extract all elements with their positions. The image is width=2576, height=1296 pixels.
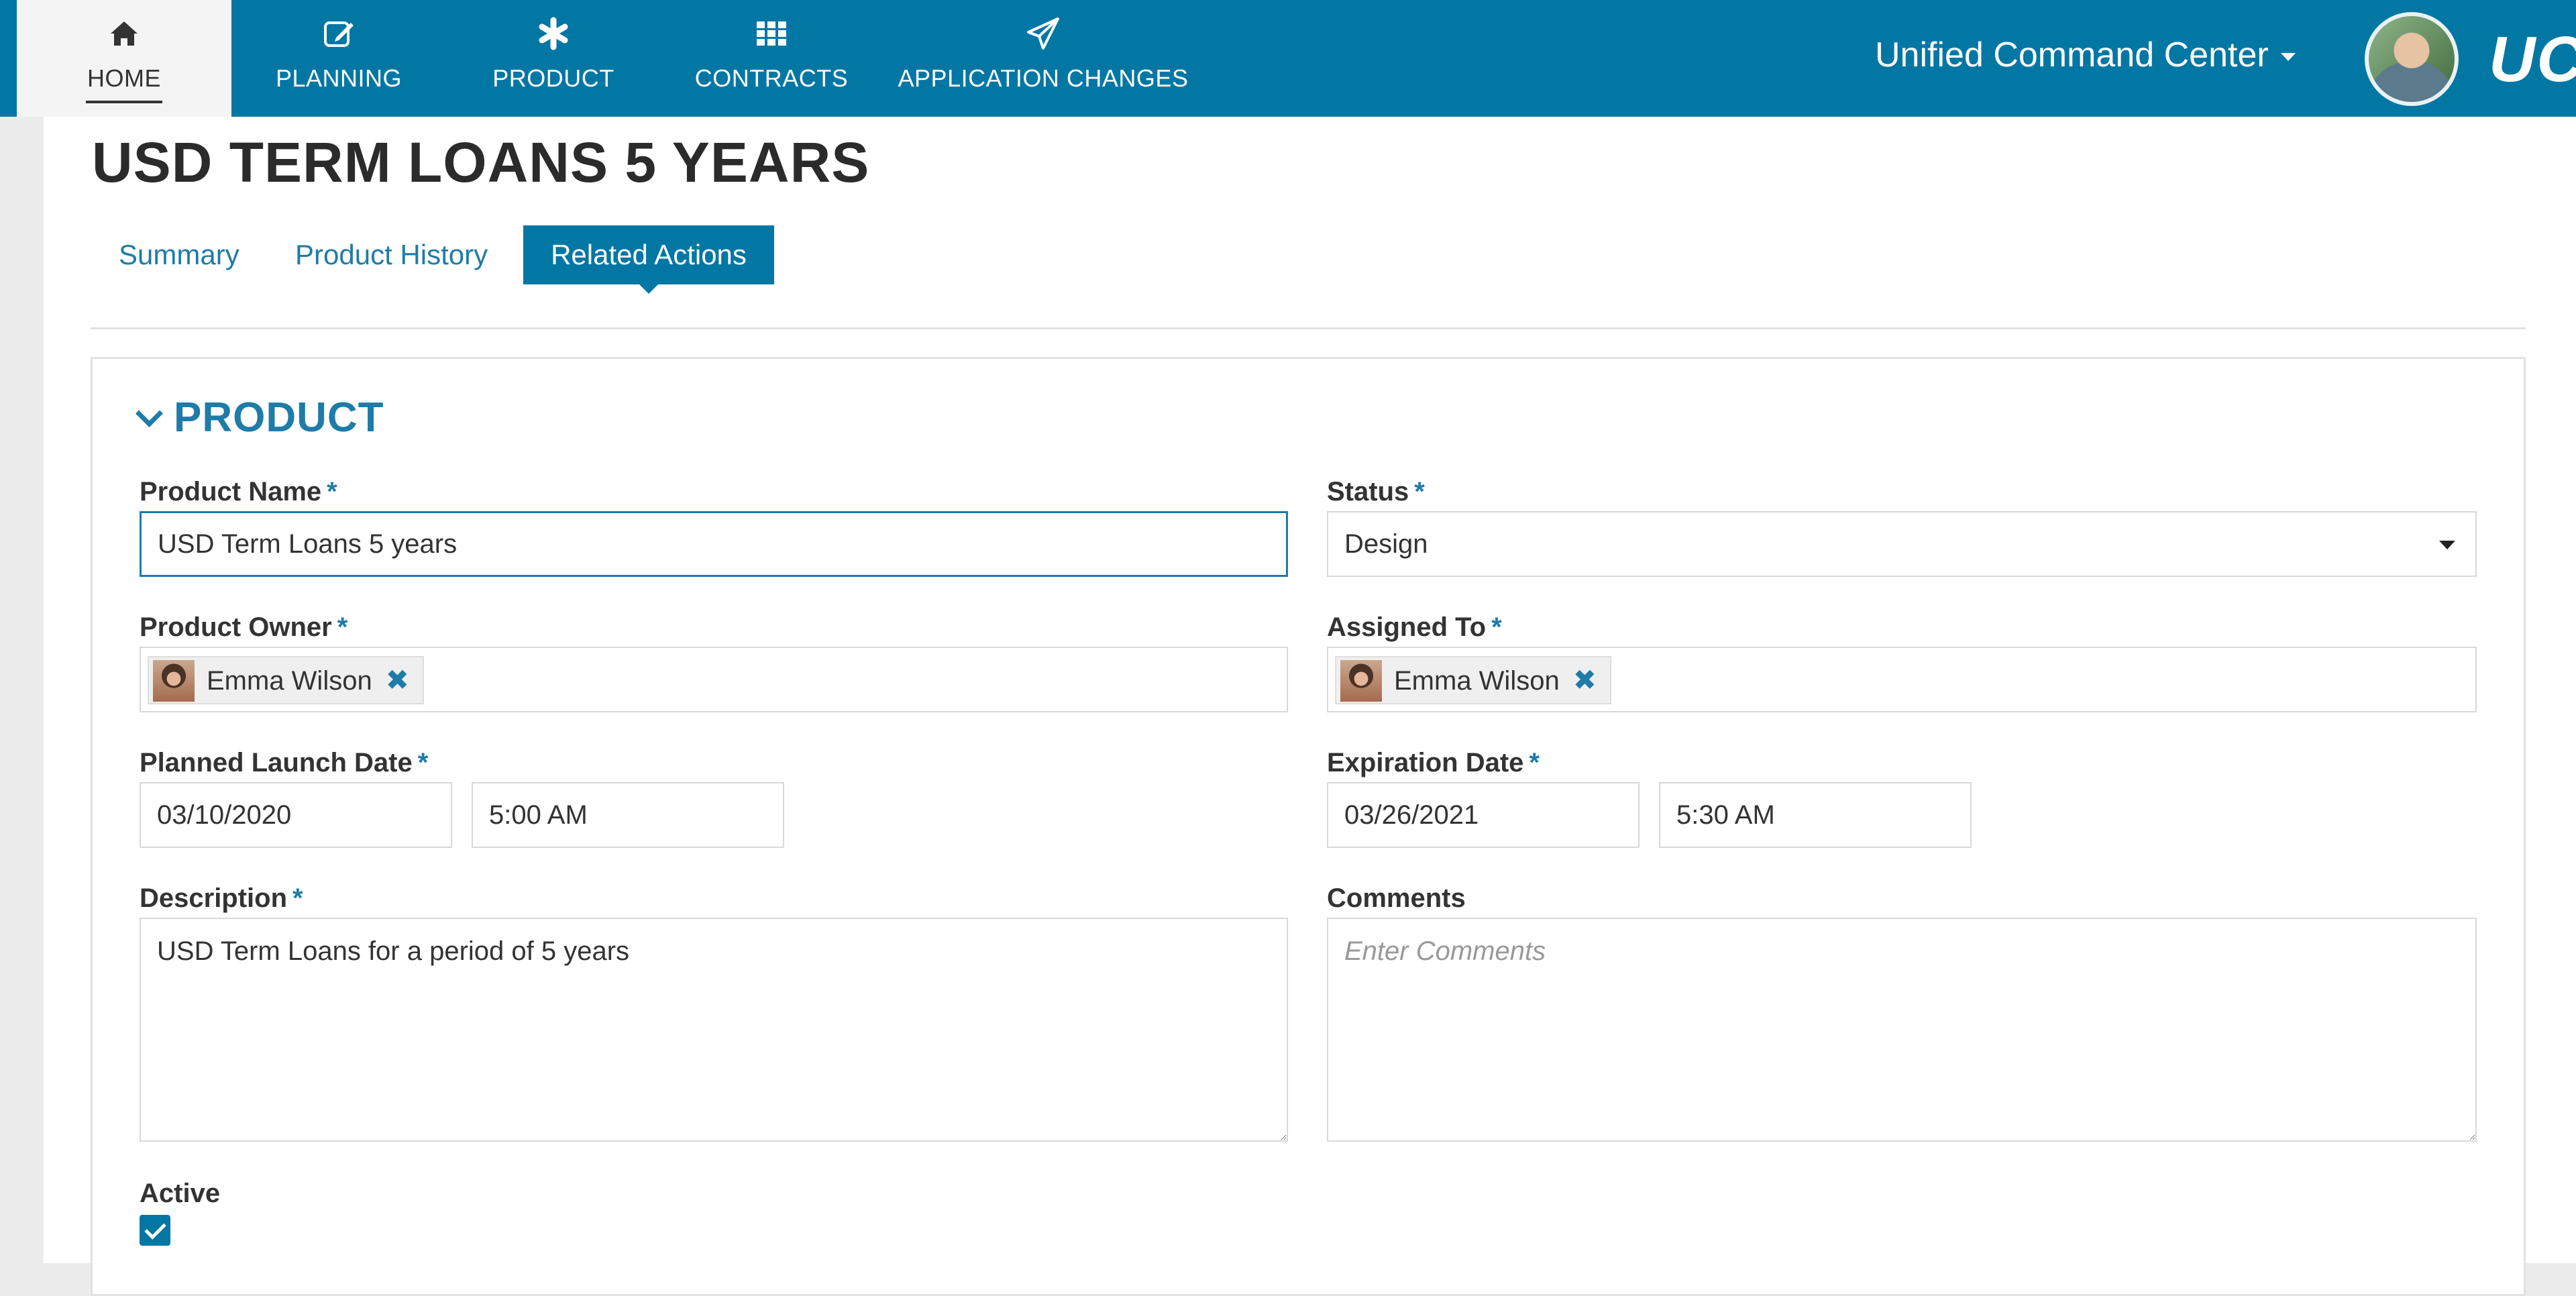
expiration-date-label: Expiration Date * bbox=[1327, 748, 1540, 778]
product-name-label-text: Product Name bbox=[140, 477, 322, 506]
required-marker: * bbox=[337, 612, 348, 642]
nav-product-label: PRODUCT bbox=[492, 64, 614, 92]
required-marker: * bbox=[292, 883, 303, 913]
status-select-value: Design bbox=[1344, 529, 1428, 559]
comments-label: Comments bbox=[1327, 883, 1466, 914]
required-marker: * bbox=[1414, 477, 1425, 506]
description-textarea[interactable]: USD Term Loans for a period of 5 years bbox=[140, 918, 1288, 1142]
description-label-text: Description bbox=[140, 883, 288, 913]
assigned-to-label-text: Assigned To bbox=[1327, 612, 1487, 642]
grid-icon bbox=[757, 21, 786, 46]
command-center-label: Unified Command Center bbox=[1875, 36, 2269, 74]
person-name: Emma Wilson bbox=[207, 666, 372, 696]
planned-launch-date-label: Planned Launch Date * bbox=[140, 748, 428, 778]
person-chip: Emma Wilson ✖ bbox=[148, 656, 424, 704]
expiration-date-label-text: Expiration Date bbox=[1327, 748, 1524, 777]
product-name-input[interactable] bbox=[140, 511, 1288, 577]
required-marker: * bbox=[327, 477, 337, 506]
active-nav-underline bbox=[86, 101, 162, 103]
status-label: Status * bbox=[1327, 477, 1425, 507]
assigned-to-label: Assigned To * bbox=[1327, 612, 1502, 643]
brand-logo: UC bbox=[2489, 23, 2576, 95]
person-chip: Emma Wilson ✖ bbox=[1335, 656, 1611, 704]
expiration-date-input[interactable] bbox=[1327, 782, 1640, 848]
product-owner-label-text: Product Owner bbox=[140, 612, 332, 642]
required-marker: * bbox=[1529, 748, 1540, 777]
comments-label-text: Comments bbox=[1327, 883, 1466, 913]
status-select[interactable]: Design bbox=[1327, 511, 2477, 577]
person-avatar bbox=[1340, 660, 1382, 702]
description-label: Description * bbox=[140, 883, 303, 914]
nav-home[interactable]: HOME bbox=[17, 0, 231, 117]
expiration-time-input[interactable] bbox=[1659, 782, 1972, 848]
home-icon bbox=[111, 21, 138, 46]
section-title: PRODUCT bbox=[174, 394, 384, 441]
nav-contracts[interactable]: CONTRACTS bbox=[691, 0, 852, 117]
planned-launch-date-label-text: Planned Launch Date bbox=[140, 748, 413, 777]
planned-launch-time-input[interactable] bbox=[472, 782, 784, 848]
nav-application-changes[interactable]: APPLICATION CHANGES bbox=[896, 0, 1191, 117]
nav-product[interactable]: PRODUCT bbox=[473, 0, 634, 117]
active-label: Active bbox=[140, 1179, 221, 1208]
active-checkbox[interactable] bbox=[140, 1215, 170, 1246]
tab-related-actions[interactable]: Related Actions bbox=[523, 225, 774, 284]
user-avatar[interactable] bbox=[2365, 12, 2459, 106]
product-section-header[interactable]: PRODUCT bbox=[135, 394, 384, 441]
person-name: Emma Wilson bbox=[1394, 666, 1560, 696]
product-name-label: Product Name * bbox=[140, 477, 337, 507]
required-marker: * bbox=[1491, 612, 1502, 642]
main-content: USD TERM LOANS 5 YEARS Summary Product H… bbox=[44, 117, 2576, 1296]
nav-planning[interactable]: PLANNING bbox=[258, 0, 419, 117]
divider bbox=[91, 327, 2526, 329]
paper-plane-icon bbox=[1027, 17, 1059, 50]
tab-summary[interactable]: Summary bbox=[92, 225, 266, 284]
nav-application-changes-label: APPLICATION CHANGES bbox=[898, 64, 1189, 92]
remove-icon[interactable]: ✖ bbox=[1573, 657, 1597, 703]
comments-textarea[interactable] bbox=[1327, 918, 2477, 1142]
product-owner-label: Product Owner * bbox=[140, 612, 347, 643]
remove-icon[interactable]: ✖ bbox=[386, 657, 409, 703]
asterisk-icon bbox=[539, 17, 568, 50]
chevron-down-icon bbox=[135, 399, 164, 428]
caret-down-icon bbox=[2280, 53, 2296, 62]
tab-product-history[interactable]: Product History bbox=[268, 225, 515, 284]
person-avatar bbox=[153, 660, 195, 702]
nav-home-label: HOME bbox=[87, 64, 161, 92]
planned-launch-date-input[interactable] bbox=[140, 782, 452, 848]
page-title: USD TERM LOANS 5 YEARS bbox=[92, 131, 870, 194]
required-marker: * bbox=[417, 748, 429, 777]
nav-contracts-label: CONTRACTS bbox=[694, 64, 849, 92]
product-owner-picker[interactable]: Emma Wilson ✖ bbox=[140, 647, 1288, 712]
left-edge-strip bbox=[0, 0, 17, 117]
top-navigation-bar: HOME PLANNING PRODUCT CONTRACTS APPLICAT… bbox=[0, 0, 2576, 117]
edit-icon bbox=[324, 21, 354, 47]
command-center-dropdown[interactable]: Unified Command Center bbox=[1875, 35, 2296, 75]
status-label-text: Status bbox=[1327, 477, 1409, 506]
product-section-panel: PRODUCT Product Name* Status* Design Pro… bbox=[91, 357, 2526, 1296]
nav-planning-label: PLANNING bbox=[275, 64, 402, 92]
caret-down-icon bbox=[2439, 541, 2455, 549]
assigned-to-picker[interactable]: Emma Wilson ✖ bbox=[1327, 647, 2477, 712]
